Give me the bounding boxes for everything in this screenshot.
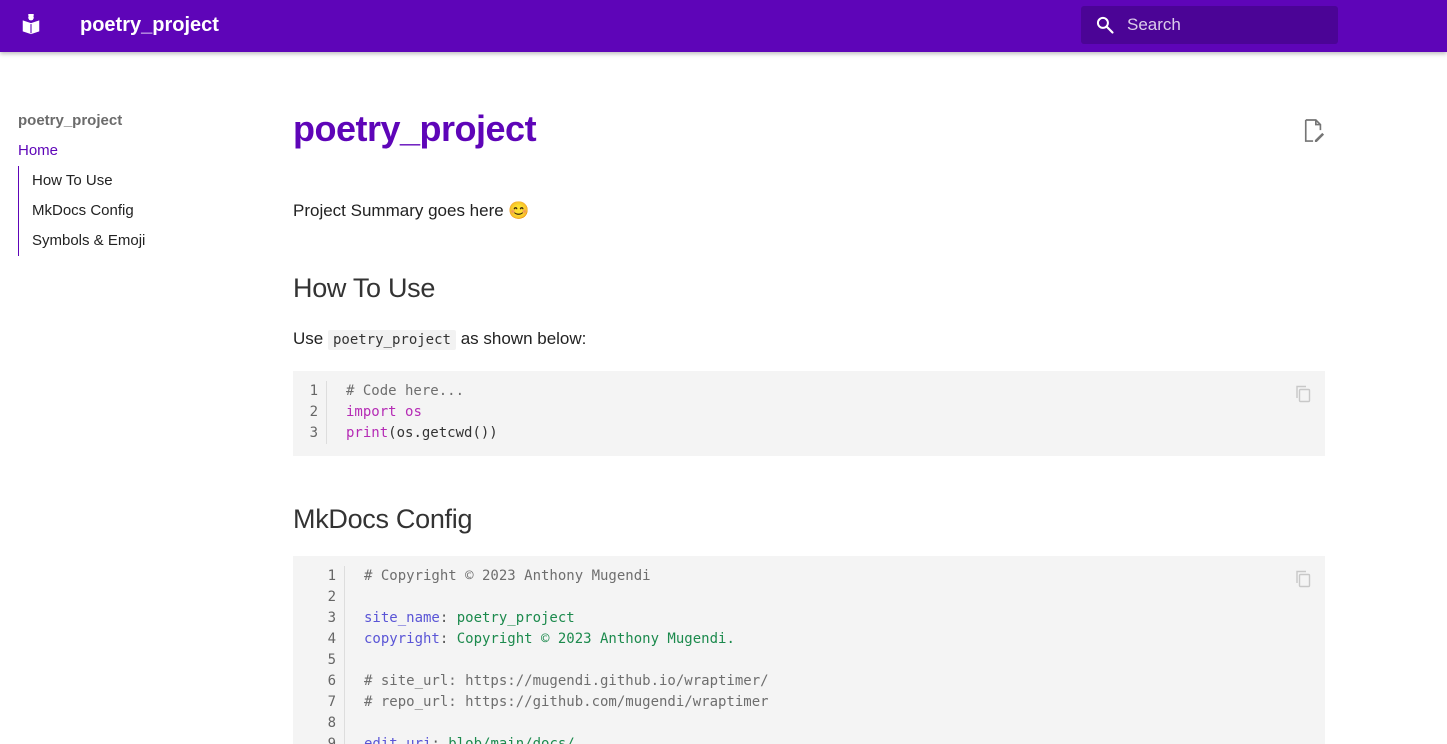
code-lines: # Copyright © 2023 Anthony Mugendi site_… <box>364 566 769 744</box>
heading-how-to-use: How To Use <box>293 273 436 303</box>
usage-text-after: as shown below: <box>455 329 587 348</box>
code-token: Copyright © 2023 Anthony Mugendi. <box>456 631 735 647</box>
line-numbers: 1 2 3 4 5 6 7 8 9 <box>293 566 345 744</box>
line-number: 7 <box>327 694 336 710</box>
code-line: print(os.getcwd()) <box>346 423 498 444</box>
code-line: # site_url: https://mugendi.github.io/wr… <box>364 671 769 692</box>
code-token: (os.getcwd()) <box>388 425 498 441</box>
code-token: # site_url: https://mugendi.github.io/wr… <box>364 673 769 689</box>
toc-item-mkdocs-config[interactable]: MkDocs Config <box>32 196 248 226</box>
nav-title: poetry_project <box>18 112 123 129</box>
code-token: site_name <box>364 610 440 626</box>
top-header: poetry_project <box>0 0 1447 52</box>
code-token: edit_uri <box>364 736 432 744</box>
line-number: 3 <box>309 425 318 441</box>
toc-item-how-to-use[interactable]: How To Use <box>32 166 248 196</box>
copy-icon[interactable] <box>1295 385 1311 403</box>
sidebar-item-home[interactable]: Home <box>18 140 248 162</box>
line-number: 1 <box>327 568 336 584</box>
code-token: : <box>439 610 457 626</box>
project-summary: Project Summary goes here 😊 <box>293 201 530 220</box>
line-numbers: 1 2 3 <box>293 381 327 444</box>
line-number: 8 <box>327 715 336 731</box>
code-token: blob/main/docs/ <box>448 736 575 744</box>
search-box[interactable] <box>1081 6 1338 44</box>
heading-mkdocs-config: MkDocs Config <box>293 504 473 534</box>
code-token: import <box>346 404 397 420</box>
line-number: 4 <box>327 631 336 647</box>
usage-text-before: Use <box>293 329 328 348</box>
code-token: # Copyright © 2023 Anthony Mugendi <box>364 568 651 584</box>
code-token: : <box>439 631 457 647</box>
main-content: poetry_project Project Summary goes here… <box>293 106 1325 744</box>
page-title: poetry_project <box>293 108 537 149</box>
code-line: import os <box>346 402 498 423</box>
search-icon[interactable] <box>1095 15 1115 35</box>
inline-code: poetry_project <box>327 330 456 350</box>
code-block-yaml: 1 2 3 4 5 6 7 8 9 # Copyright © 2023 Anthony Mug… <box>293 556 1325 744</box>
line-number: 9 <box>327 736 336 744</box>
search-input[interactable] <box>1127 6 1327 44</box>
code-token: # Code here... <box>346 383 465 399</box>
code-line: edit_uri: blob/main/docs/ <box>364 734 769 744</box>
line-number: 1 <box>309 383 318 399</box>
code-token: poetry_project <box>456 610 575 626</box>
code-token: print <box>346 425 389 441</box>
line-number: 2 <box>327 589 336 605</box>
toc-item-symbols-emoji[interactable]: Symbols & Emoji <box>32 226 248 256</box>
site-title[interactable]: poetry_project <box>80 12 219 38</box>
code-token: : <box>431 736 449 744</box>
code-lines: # Code here... import os print(os.getcwd()… <box>346 381 498 444</box>
edit-page-icon[interactable] <box>1303 118 1325 144</box>
code-line: # Copyright © 2023 Anthony Mugendi <box>364 566 769 587</box>
line-number: 2 <box>309 404 318 420</box>
line-number: 5 <box>327 652 336 668</box>
code-line: copyright: Copyright © 2023 Anthony Muge… <box>364 629 769 650</box>
book-open-icon[interactable] <box>20 14 42 36</box>
code-token: # repo_url: https://github.com/mugendi/w… <box>364 694 769 710</box>
line-number: 3 <box>327 610 336 626</box>
code-line: # repo_url: https://github.com/mugendi/w… <box>364 692 769 713</box>
toc-list: How To Use MkDocs Config Symbols & Emoji <box>18 166 248 256</box>
code-block-python: 123 # Code here... import os print(os.getc… <box>293 371 1325 456</box>
line-number: 6 <box>327 673 336 689</box>
usage-text: Use poetry_project as shown below: <box>293 328 586 351</box>
code-token: copyright <box>364 631 440 647</box>
copy-icon[interactable] <box>1295 570 1311 588</box>
code-line: # Code here... <box>346 381 498 402</box>
code-token: os <box>405 404 422 420</box>
sidebar-nav: poetry_project Home How To Use MkDocs Co… <box>18 110 248 256</box>
code-line: site_name: poetry_project <box>364 608 769 629</box>
